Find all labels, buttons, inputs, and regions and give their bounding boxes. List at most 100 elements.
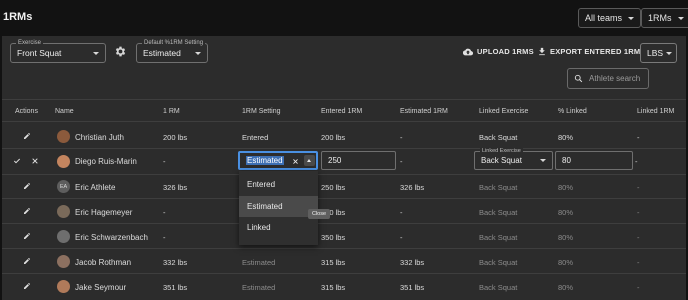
column-header-estimated-1rm[interactable]: Estimated 1RM: [400, 108, 448, 115]
unit-select[interactable]: LBS: [640, 43, 677, 63]
chevron-up-icon: [307, 159, 311, 162]
dropdown-toggle-button[interactable]: [304, 155, 315, 166]
default-setting-value: Estimated: [143, 48, 181, 58]
rm-setting-select[interactable]: Estimated: [238, 151, 318, 170]
athlete-name: Eric Athlete: [75, 183, 116, 192]
column-header-linked-1rm[interactable]: Linked 1RM: [637, 108, 674, 115]
column-header-1rm[interactable]: 1 RM: [163, 108, 180, 115]
page-title: 1RMs: [3, 11, 33, 23]
linked-exercise-value: Back Squat: [479, 208, 518, 217]
one-rm-value: -: [163, 233, 166, 242]
row-divider: [2, 223, 686, 224]
linked-exercise-select-value: Back Squat: [481, 156, 522, 165]
athlete-name: Christian Juth: [75, 133, 124, 142]
linked-exercise-value: Back Squat: [479, 133, 518, 142]
linked-rm-value: -: [637, 208, 640, 217]
one-rm-value: -: [163, 157, 166, 166]
rm-setting-value: Estimated: [242, 258, 276, 267]
pencil-icon[interactable]: [23, 257, 31, 265]
linked-rm-value: -: [637, 258, 640, 267]
pct-linked-value: 80%: [558, 183, 574, 192]
search-icon: [574, 74, 583, 83]
rm-setting-dropdown-menu: Entered Estimated Linked: [239, 171, 318, 245]
chevron-down-icon: [540, 159, 546, 162]
column-header-entered-1rm[interactable]: Entered 1RM: [321, 108, 362, 115]
avatar: [57, 255, 70, 268]
one-rm-value: -: [163, 208, 166, 217]
rm-setting-value: Entered: [242, 133, 269, 142]
dropdown-option-entered[interactable]: Entered: [239, 174, 318, 195]
default-setting-select[interactable]: Default %1RM Setting Estimated: [136, 39, 208, 63]
avatar: [57, 280, 70, 293]
athlete-name: Eric Hagemeyer: [75, 208, 133, 217]
row-divider: [2, 174, 686, 175]
header-divider: [2, 121, 686, 122]
pencil-icon[interactable]: [23, 282, 31, 290]
column-header-1rm-setting[interactable]: 1RM Setting: [242, 108, 281, 115]
download-icon: [539, 47, 545, 56]
entered-rm-value: 200 lbs: [321, 133, 346, 142]
chevron-down-icon: [677, 16, 684, 20]
gear-icon[interactable]: [114, 45, 127, 58]
avatar: [57, 205, 70, 218]
linked-rm-value: -: [635, 157, 638, 166]
pencil-icon[interactable]: [23, 182, 31, 190]
chevron-down-icon: [666, 51, 673, 55]
unit-select-value: LBS: [647, 48, 664, 58]
linked-exercise-value: Back Squat: [479, 283, 518, 292]
rm-setting-select-value: Estimated: [246, 156, 284, 165]
avatar: [57, 230, 70, 243]
pct-linked-input-value: 80: [562, 156, 571, 165]
athlete-name: Diego Ruis-Marin: [75, 157, 137, 166]
cloud-upload-icon: [463, 48, 473, 55]
column-header-linked-exercise[interactable]: Linked Exercise: [479, 108, 528, 115]
close-icon[interactable]: [31, 157, 39, 165]
close-tooltip: Close: [308, 209, 330, 219]
upload-button[interactable]: UPLOAD 1RMS: [463, 47, 534, 56]
upload-label: UPLOAD 1RMS: [477, 47, 534, 56]
row-divider: [2, 248, 686, 249]
estimated-rm-value: 326 lbs: [400, 183, 425, 192]
linked-rm-value: -: [637, 233, 640, 242]
export-button[interactable]: EXPORT ENTERED 1RMS: [538, 47, 645, 56]
athlete-name: Jacob Rothman: [75, 258, 132, 267]
entered-rm-value: 315 lbs: [321, 283, 346, 292]
linked-exercise-select[interactable]: Linked Exercise Back Squat: [474, 147, 553, 170]
view-select[interactable]: 1RMs: [641, 8, 688, 28]
chevron-down-icon: [195, 51, 201, 55]
estimated-rm-value: -: [400, 157, 403, 166]
dropdown-option-linked[interactable]: Linked: [239, 217, 318, 238]
dropdown-option-estimated[interactable]: Estimated: [239, 196, 318, 217]
teams-select-label: All teams: [585, 13, 623, 23]
row-divider: [2, 273, 686, 274]
avatar: [57, 155, 70, 168]
top-bar: 1RMs All teams 1RMs: [0, 0, 688, 36]
avatar-initials: EA: [57, 180, 70, 193]
pencil-icon[interactable]: [23, 132, 31, 140]
search-input[interactable]: Athlete search: [567, 68, 649, 89]
estimated-rm-value: -: [400, 208, 403, 217]
estimated-rm-value: 332 lbs: [400, 258, 425, 267]
estimated-rm-value: -: [400, 133, 403, 142]
pencil-icon[interactable]: [23, 232, 31, 240]
one-rm-value: 326 lbs: [163, 183, 188, 192]
avatar: [57, 130, 70, 143]
teams-select[interactable]: All teams: [578, 8, 642, 28]
pencil-icon[interactable]: [23, 207, 31, 215]
estimated-rm-value: -: [400, 233, 403, 242]
main-panel: Exercise Front Squat Default %1RM Settin…: [2, 36, 686, 300]
pct-linked-value: 80%: [558, 233, 574, 242]
linked-exercise-select-label: Linked Exercise: [480, 147, 523, 155]
entered-rm-input[interactable]: 250: [321, 151, 396, 170]
clear-icon[interactable]: [292, 158, 299, 165]
column-header-pct-linked[interactable]: % Linked: [558, 108, 587, 115]
exercise-select[interactable]: Exercise Front Squat: [10, 39, 106, 63]
check-icon[interactable]: [13, 157, 21, 165]
table-top-divider: [2, 99, 686, 100]
linked-rm-value: -: [637, 183, 640, 192]
pct-linked-input[interactable]: 80: [555, 151, 633, 170]
rm-setting-value: Estimated: [242, 283, 276, 292]
column-header-name[interactable]: Name: [55, 108, 74, 115]
pct-linked-value: 80%: [558, 208, 574, 217]
one-rm-value: 332 lbs: [163, 258, 188, 267]
